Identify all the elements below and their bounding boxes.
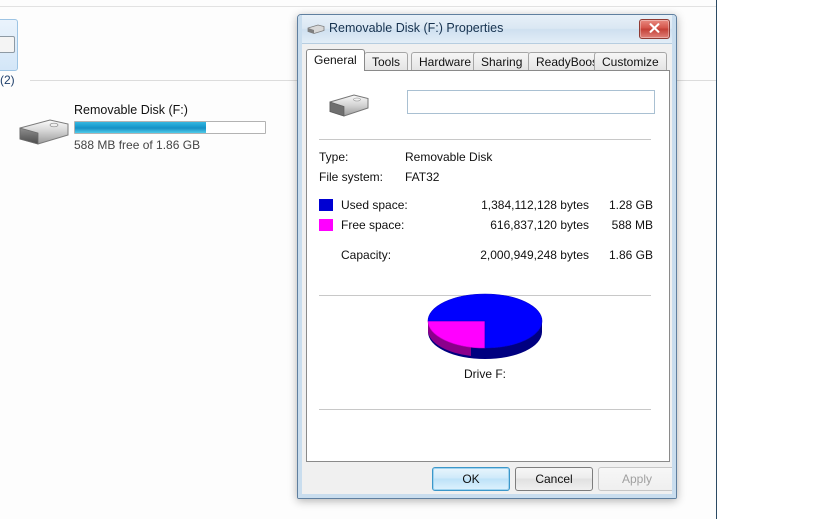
group-header-count: (2): [0, 73, 15, 87]
ok-button[interactable]: OK: [432, 467, 510, 491]
usb-flash-drive-icon: [327, 90, 371, 120]
navigation-pane-tile[interactable]: [0, 19, 18, 71]
section-divider: [319, 409, 651, 410]
tab-hardware[interactable]: Hardware: [411, 52, 480, 70]
free-space-label: Free space:: [341, 218, 405, 232]
tab-general[interactable]: General: [306, 49, 365, 71]
list-item[interactable]: Removable Disk (F:) 588 MB free of 1.86 …: [16, 100, 281, 162]
tab-customize[interactable]: Customize: [594, 52, 667, 70]
free-space-size: 588 MB: [611, 218, 653, 232]
type-label: Type:: [319, 150, 349, 164]
usb-flash-drive-icon: [16, 114, 72, 148]
volume-label-row: [319, 87, 659, 125]
cancel-button[interactable]: Cancel: [515, 467, 593, 491]
used-space-bytes: 1,384,112,128 bytes: [481, 198, 589, 212]
tab-sharing[interactable]: Sharing: [473, 52, 531, 70]
disk-usage-pie-chart: Drive F:: [319, 269, 651, 384]
chart-caption: Drive F:: [464, 367, 506, 381]
toolbar-divider: [0, 6, 716, 7]
dialog-titlebar[interactable]: Removable Disk (F:) Properties: [298, 15, 676, 44]
drive-free-space-label: 588 MB free of 1.86 GB: [74, 138, 201, 152]
free-space-color-swatch: [319, 219, 333, 231]
section-divider: [319, 139, 651, 140]
used-space-size: 1.28 GB: [608, 198, 653, 212]
free-space-row: Free space: 616,837,120 bytes 588 MB: [319, 218, 659, 232]
drive-name-label: Removable Disk (F:): [74, 103, 188, 117]
tab-page-general: Type: Removable Disk File system: FAT32 …: [306, 70, 670, 462]
capacity-bar-fill: [75, 122, 207, 133]
filesystem-value: FAT32: [405, 170, 440, 184]
dialog-tabstrip: General Tools Hardware Sharing ReadyBoos…: [306, 49, 670, 71]
used-space-color-swatch: [319, 199, 333, 211]
tab-tools[interactable]: Tools: [364, 52, 409, 70]
capacity-bytes: 2,000,949,248 bytes: [480, 248, 589, 262]
capacity-row: Capacity: 2,000,949,248 bytes 1.86 GB: [319, 248, 659, 262]
close-icon[interactable]: [639, 19, 670, 39]
capacity-bar: [74, 121, 266, 134]
capacity-size: 1.86 GB: [608, 248, 653, 262]
type-value: Removable Disk: [405, 150, 493, 164]
capacity-label: Capacity:: [341, 248, 392, 262]
filesystem-label: File system:: [319, 170, 384, 184]
free-space-bytes: 616,837,120 bytes: [490, 218, 589, 232]
apply-button: Apply: [598, 467, 676, 491]
properties-dialog: Removable Disk (F:) Properties General T…: [297, 14, 677, 499]
dialog-title: Removable Disk (F:) Properties: [329, 21, 504, 35]
used-space-label: Used space:: [341, 198, 408, 212]
used-space-row: Used space: 1,384,112,128 bytes 1.28 GB: [319, 198, 659, 212]
volume-label-input[interactable]: [407, 90, 655, 114]
navigation-pane-tile-glyph: [0, 36, 15, 53]
dialog-footer: OK Cancel Apply: [306, 467, 676, 493]
usb-flash-drive-icon: [307, 23, 325, 35]
